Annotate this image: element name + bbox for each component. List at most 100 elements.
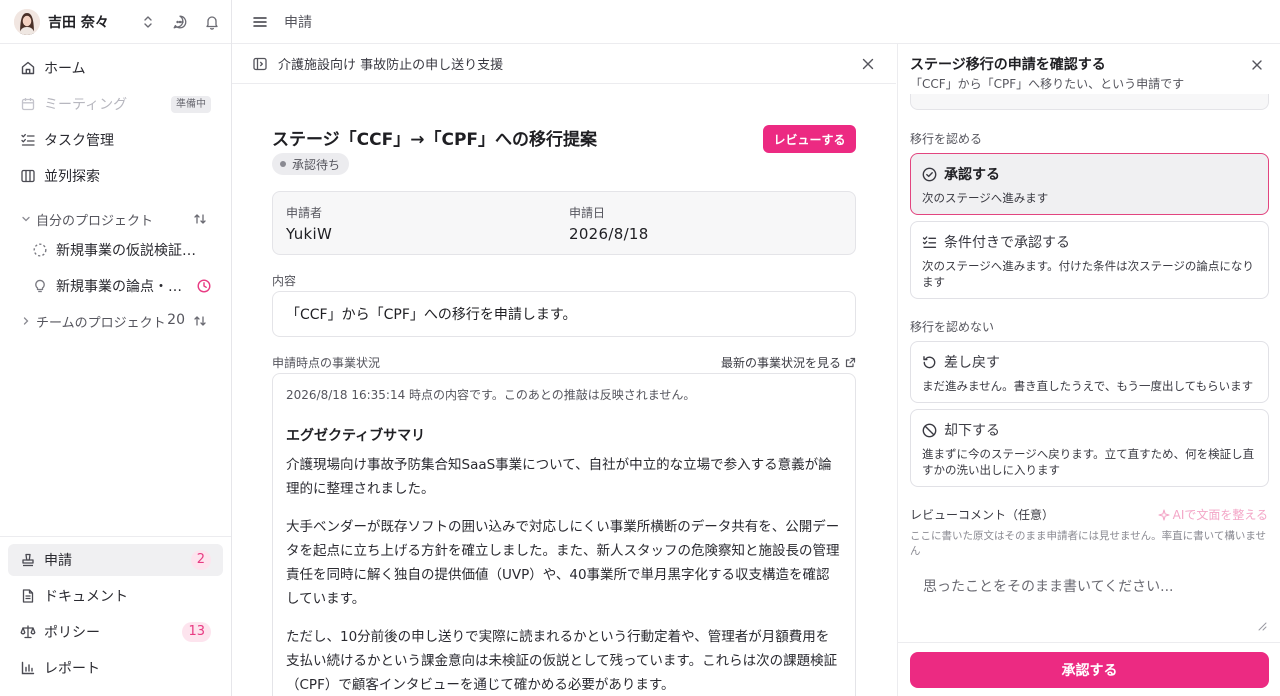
panel-title: ステージ移行の申請を確認する: [910, 57, 1106, 73]
list-check-icon: [922, 235, 937, 250]
sidebar-panel-icon[interactable]: [252, 56, 268, 72]
menu-icon[interactable]: [252, 14, 268, 30]
content-label: 内容: [272, 274, 297, 288]
latest-status-link-label: 最新の事業状況を見る: [720, 356, 841, 370]
document-icon: [20, 588, 36, 604]
option-conditional-desc: 次のステージへ進みます。付けた条件は次ステージの論点になります: [922, 259, 1254, 289]
date-label: 申請日: [569, 206, 606, 220]
approve-group-label: 移行を認める: [910, 132, 983, 146]
option-conditional-approve[interactable]: 条件付きで承認する 次のステージへ進みます。付けた条件は次ステージの論点になりま…: [910, 221, 1269, 299]
undo-icon: [922, 355, 937, 370]
snapshot-paragraph: ただし、10分前後の申し送りで実際に読まれるかという行動定着や、管理者が月額費用…: [286, 629, 838, 693]
status-dot: [280, 161, 286, 167]
sort-icon[interactable]: [193, 314, 207, 328]
nav-meeting-label: ミーティング: [44, 97, 128, 113]
scale-icon: [20, 624, 36, 640]
option-reject[interactable]: 却下する 進まずに今のステージへ戻ります。立て直すため、何を検証し直すかの洗い出…: [910, 409, 1269, 487]
reject-group-label: 移行を認めない: [910, 320, 995, 334]
chevron-down-icon: [20, 213, 32, 225]
review-panel: ステージ移行の申請を確認する 「CCF」から「CPF」へ移りたい、という申請です…: [897, 44, 1280, 696]
option-send-back-title: 差し戻す: [944, 355, 1000, 371]
my-projects-section[interactable]: 自分のプロジェクト: [20, 208, 215, 230]
team-projects-count: 20: [167, 312, 185, 328]
option-approve-title: 承認する: [944, 167, 1000, 183]
nav-policies-label: ポリシー: [44, 625, 100, 641]
applicant-label: 申請者: [286, 206, 323, 220]
nav-tasks-label: タスク管理: [44, 133, 114, 149]
breadcrumb: 申請: [284, 14, 312, 31]
sidebar: 吉田 奈々 ホーム ミーティング 準備中 タスク管理 並列探索 自分のプロジェク…: [0, 0, 232, 696]
nav-parallel[interactable]: 並列探索: [8, 160, 223, 192]
switch-user-icon[interactable]: [139, 13, 157, 31]
content-value: 「CCF」から「CPF」への移行を申請します。: [272, 291, 856, 337]
stamp-icon: [20, 552, 36, 568]
review-comment-input[interactable]: [910, 564, 1269, 632]
snapshot-content: 2026/8/18 16:35:14 時点の内容です。このあとの推敲は反映されま…: [272, 373, 856, 696]
snapshot-paragraph: 介護現場向け事故予防集合知SaaS事業について、自社が中立的な立場で参入する意義…: [286, 457, 832, 497]
option-approve[interactable]: 承認する 次のステージへ進みます: [910, 153, 1269, 215]
top-bar: 申請: [232, 0, 1280, 44]
nav-home[interactable]: ホーム: [8, 52, 223, 84]
request-meta: 申請者 YukiW 申請日 2026/8/18: [272, 191, 856, 255]
panel-subtitle: 「CCF」から「CPF」へ移りたい、という申請です: [910, 77, 1185, 91]
option-send-back-desc: まだ進みません。書き直したうえで、もう一度出してもらいます: [922, 379, 1254, 393]
lightbulb-icon: [32, 278, 48, 294]
nav-documents-label: ドキュメント: [44, 589, 128, 605]
nav-policies[interactable]: ポリシー 13: [8, 616, 223, 648]
resize-handle-icon[interactable]: [1257, 621, 1267, 631]
divider: [898, 642, 1280, 643]
columns-icon: [20, 168, 36, 184]
close-icon[interactable]: [860, 56, 876, 72]
status-label: 承認待ち: [292, 157, 341, 172]
status-badge: 承認待ち: [272, 153, 350, 175]
project-item[interactable]: 新規事業の仮説検証…: [32, 236, 214, 264]
close-icon[interactable]: [1250, 58, 1264, 72]
option-send-back[interactable]: 差し戻す まだ進みません。書き直したうえで、もう一度出してもらいます: [910, 341, 1269, 403]
clock-icon: [196, 278, 212, 294]
request-detail: ステージ「CCF」→「CPF」への移行提案 レビューする 承認待ち 申請者 Yu…: [232, 85, 896, 696]
sort-icon[interactable]: [193, 212, 207, 226]
team-projects-section[interactable]: チームのプロジェクト 20: [20, 310, 215, 332]
external-link-icon: [845, 357, 856, 368]
ban-icon: [922, 423, 937, 438]
applicant-value: YukiW: [286, 225, 333, 243]
loading-icon: [32, 242, 48, 258]
project-label: 新規事業の仮説検証…: [56, 243, 196, 259]
scrolled-card-edge: [910, 94, 1269, 110]
snapshot-paragraph: 大手ベンダーが既存ソフトの囲い込みで対応しにくい事業所横断のデータ共有を、公開デ…: [286, 519, 840, 607]
project-label: 新規事業の論点・…: [56, 279, 182, 295]
option-reject-title: 却下する: [944, 423, 1000, 439]
sparkle-icon: [1158, 508, 1170, 521]
avatar: [14, 8, 40, 35]
divider: [0, 536, 231, 537]
page-title: ステージ「CCF」→「CPF」への移行提案: [272, 130, 598, 150]
policies-count-badge: 13: [182, 622, 211, 642]
latest-status-link[interactable]: 最新の事業状況を見る: [721, 354, 856, 371]
nav-meeting[interactable]: ミーティング 準備中: [8, 88, 223, 120]
chevron-right-icon: [20, 315, 32, 327]
submit-approve-button[interactable]: 承認する: [910, 652, 1269, 688]
date-value: 2026/8/18: [569, 225, 649, 243]
requests-count-badge: 2: [190, 550, 211, 570]
project-item[interactable]: 新規事業の論点・…: [32, 272, 214, 300]
option-reject-desc: 進まずに今のステージへ戻ります。立て直すため、何を検証し直すかの洗い出しに入りま…: [922, 447, 1255, 477]
review-button[interactable]: レビューする: [763, 125, 856, 153]
snapshot-note: 2026/8/18 16:35:14 時点の内容です。このあとの推敲は反映されま…: [286, 388, 696, 402]
user-switcher[interactable]: 吉田 奈々: [0, 0, 231, 44]
ai-rewrite-label: AIで文面を整える: [1172, 508, 1268, 522]
nav-tasks[interactable]: タスク管理: [8, 124, 223, 156]
nav-requests[interactable]: 申請 2: [8, 544, 223, 576]
nav-requests-label: 申請: [44, 553, 72, 569]
snapshot-heading: エグゼクティブサマリ: [286, 428, 426, 444]
nav-home-label: ホーム: [44, 61, 86, 77]
coming-soon-badge: 準備中: [171, 96, 211, 113]
user-name: 吉田 奈々: [48, 14, 109, 31]
snapshot-label: 申請時点の事業状況: [272, 356, 381, 370]
chat-icon[interactable]: [171, 13, 189, 31]
option-approve-desc: 次のステージへ進みます: [922, 191, 1049, 205]
bell-icon[interactable]: [203, 13, 221, 31]
ai-rewrite-link[interactable]: AIで文面を整える: [1158, 506, 1268, 523]
nav-documents[interactable]: ドキュメント: [8, 580, 223, 612]
calendar-icon: [20, 96, 36, 112]
nav-reports[interactable]: レポート: [8, 652, 223, 684]
